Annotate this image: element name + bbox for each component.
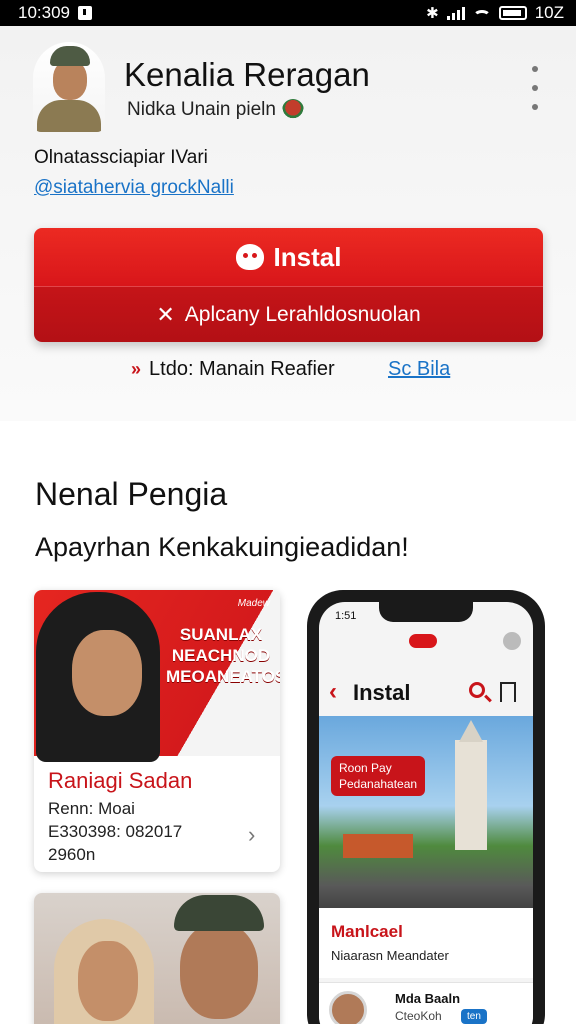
phone-time: 1:51 [335, 610, 357, 622]
back-icon[interactable]: ‹ [329, 678, 337, 706]
tower-illustration [455, 720, 487, 850]
card-person-photo [34, 590, 162, 762]
profile-name: Kenalia Reragan [124, 56, 370, 93]
action-buttons: Instal ✕ Aplcany Lerahldosnuolan [34, 228, 543, 342]
battery-text: 10Z [534, 3, 564, 22]
phone-screen: 1:51 ‹ Instal Roon Pay Pedanahatean Manl… [319, 602, 533, 1024]
second-card[interactable] [34, 893, 280, 1024]
secondary-action-label: Aplcany Lerahldosnuolan [184, 302, 421, 326]
avatar[interactable] [33, 42, 105, 132]
phone-card[interactable]: Manlcael Niaarasn Meandater [319, 908, 533, 978]
banner-text: SUANLAX NEACHNOD MEOANEATOS [166, 624, 280, 687]
phone-tag-line-2: Pedanahatean [339, 777, 418, 791]
status-right: ✱ 10Z [426, 3, 564, 23]
heart-icon [235, 244, 264, 270]
signal-icon [446, 6, 465, 20]
more-options-icon[interactable] [530, 66, 540, 110]
house-illustration [343, 834, 413, 858]
search-icon[interactable] [469, 682, 485, 698]
install-button[interactable]: Instal [34, 228, 543, 286]
card-2-photo [34, 893, 280, 1024]
avatar-face [53, 60, 87, 100]
phone-card-subtitle: Niaarasn Meandater [331, 948, 449, 963]
phone-list-row[interactable]: Mda Baaln CteoKoh ten [319, 982, 533, 1024]
banner-line-1: SUANLAX [179, 625, 263, 644]
phone-row-subtitle: CteoKoh [395, 1009, 442, 1023]
profile-subtitle-text: Nidka Unain pieln [127, 99, 276, 120]
phone-row-name: Mda Baaln [395, 991, 461, 1006]
card-banner: Madew SUANLAX NEACHNOD MEOANEATOS [34, 590, 280, 762]
phone-card-title: Manlcael [331, 922, 403, 941]
install-button-label: Instal [273, 241, 342, 272]
emblem-icon [281, 99, 304, 121]
bluetooth-icon: ✱ [426, 5, 439, 22]
avatar-cap [50, 46, 90, 66]
secondary-action-button[interactable]: ✕ Aplcany Lerahldosnuolan [34, 286, 543, 342]
profile-header: Kenalia Reragan Nidka Unain pieln Olnata… [0, 26, 576, 421]
section-subtitle: Apayrhan Kenkakuingieadidan! [35, 532, 409, 562]
featured-card[interactable]: Madew SUANLAX NEACHNOD MEOANEATOS Raniag… [34, 590, 280, 872]
phone-row-avatar [329, 991, 367, 1024]
card-line-3: 2960n [48, 845, 96, 864]
meta-text: Ltdo: Manain Reafier [149, 358, 335, 380]
notification-icon [78, 6, 92, 20]
phone-photo-tag: Roon Pay Pedanahatean [331, 756, 426, 796]
profile-subtitle: Nidka Unain pieln [127, 99, 304, 121]
phone-notch [379, 602, 473, 622]
battery-icon [498, 6, 527, 20]
phone-title: Instal [353, 680, 411, 705]
status-left: 10:309 [18, 3, 92, 23]
status-bar: 10:309 ✱ 10Z [0, 0, 576, 26]
status-time: 10:309 [18, 3, 70, 22]
wifi-icon [472, 10, 491, 24]
meta-link[interactable]: Sc Bila [388, 358, 450, 381]
banner-brand: Madew [237, 598, 270, 609]
info-label: Olnatassciapiar IVari [34, 147, 208, 168]
banner-line-2: NEACHNOD [171, 646, 271, 665]
card-line-2: E330398: 082017 [48, 822, 183, 841]
double-chevron-right-icon: » [131, 359, 142, 379]
close-icon: ✕ [156, 301, 175, 327]
chevron-right-icon[interactable]: › [248, 822, 255, 848]
phone-hero-photo: Roon Pay Pedanahatean [319, 716, 533, 916]
phone-account-icon[interactable] [503, 632, 521, 650]
phone-mockup: 1:51 ‹ Instal Roon Pay Pedanahatean Manl… [307, 590, 545, 1024]
section-title: Nenal Pengia [35, 476, 228, 512]
card-line-1: Renn: Moai [48, 799, 135, 818]
info-link[interactable]: @siatahervia grockNalli [34, 177, 234, 199]
meta-row: » Ltdo: Manain Reafier [131, 358, 335, 381]
avatar-shirt [37, 100, 101, 132]
phone-tag-line-1: Roon Pay [339, 761, 392, 775]
card-title: Raniagi Sadan [48, 768, 193, 793]
banner-line-3: MEOANEATOS [166, 667, 280, 686]
phone-row-badge: ten [461, 1009, 487, 1024]
phone-app-pill [409, 634, 437, 648]
bookmark-icon[interactable] [500, 682, 516, 702]
